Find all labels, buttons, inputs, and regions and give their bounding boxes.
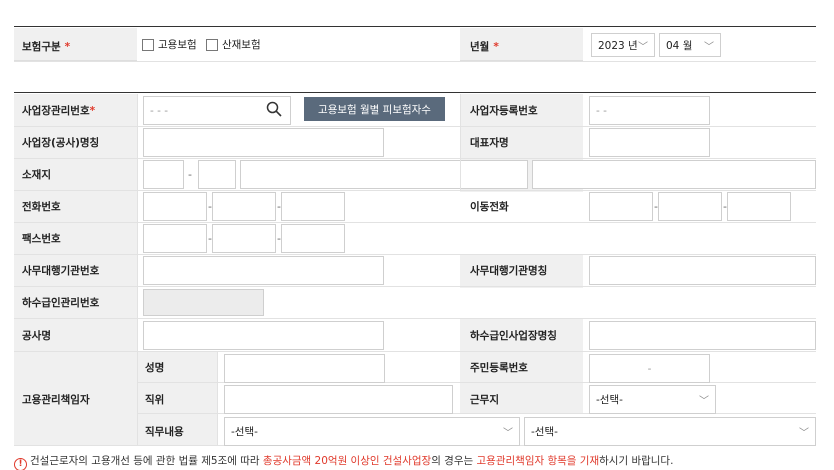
row-divider [14, 351, 816, 352]
agency-name-label: 사무대행기관명칭 [470, 265, 548, 277]
col-divider [137, 94, 138, 445]
address-separator: - [188, 168, 192, 181]
biz-mgmt-no-label: 사업장관리번호* [22, 105, 96, 117]
agency-no-label: 사무대행기관번호 [22, 265, 100, 277]
row-divider [14, 158, 816, 159]
industrial-checkbox[interactable]: 산재보험 [205, 39, 261, 51]
manager-label: 고용관리책임자 [22, 394, 90, 406]
agency-name-input[interactable] [589, 256, 816, 285]
row-divider [14, 126, 816, 127]
chevron-down-icon: ﹀ [638, 41, 648, 53]
search-icon[interactable] [266, 101, 282, 120]
manager-name-input[interactable] [224, 354, 385, 383]
year-month-label: 년월 * [470, 41, 499, 53]
fax-label: 팩스번호 [22, 233, 61, 245]
phone-label: 전화번호 [22, 201, 61, 213]
manager-position-input[interactable] [224, 385, 453, 414]
section-border [14, 92, 816, 93]
chevron-down-icon: ﹀ [704, 41, 714, 53]
fax-input-2[interactable] [212, 224, 276, 253]
top-border [14, 26, 816, 27]
representative-input[interactable] [589, 128, 710, 157]
insurance-type-options: 고용보험 산재보험 [142, 37, 261, 52]
warning-icon: ! [14, 458, 27, 470]
address-label: 소재지 [22, 169, 51, 181]
zipcode-input-2[interactable] [198, 160, 236, 189]
insurance-type-label: 보험구분 * [22, 41, 71, 53]
manager-duty-select-1[interactable]: -선택- ﹀ [224, 417, 520, 446]
year-select[interactable]: 2023 년 ﹀ [591, 33, 655, 57]
manager-workplace-select[interactable]: -선택- ﹀ [589, 385, 716, 414]
manager-rrn-label: 주민등록번호 [470, 362, 528, 374]
chevron-down-icon: ﹀ [799, 428, 809, 439]
agency-no-input[interactable] [143, 256, 384, 285]
subcontract-no-input [143, 289, 264, 316]
fax-input-1[interactable] [143, 224, 207, 253]
employment-checkbox[interactable]: 고용보험 [142, 39, 197, 51]
chevron-down-icon: ﹀ [699, 396, 709, 407]
representative-label: 대표자명 [470, 137, 509, 149]
mobile-input-3[interactable] [727, 192, 791, 221]
col-divider [460, 94, 461, 191]
mobile-input-2[interactable] [658, 192, 722, 221]
manager-duty-label: 직무내용 [145, 426, 184, 438]
subcontract-no-label: 하수급인관리번호 [22, 297, 100, 309]
subcontract-name-input[interactable] [589, 321, 816, 350]
monthly-insured-count-button[interactable]: 고용보험 월별 피보험자수 [304, 97, 445, 121]
fax-input-3[interactable] [281, 224, 345, 253]
col-divider [217, 352, 218, 445]
manager-position-label: 직위 [145, 394, 165, 406]
mobile-input-1[interactable] [589, 192, 653, 221]
manager-rrn-input[interactable]: - [589, 354, 710, 383]
row-divider [14, 222, 816, 223]
biz-reg-no-label: 사업자등록번호 [470, 105, 538, 117]
phone-input-1[interactable] [143, 192, 207, 221]
row-divider [14, 254, 816, 255]
subcontract-name-label: 하수급인사업장명칭 [470, 330, 557, 342]
row-divider [14, 61, 816, 62]
chevron-down-icon: ﹀ [503, 428, 513, 439]
address-input[interactable] [240, 160, 528, 189]
biz-name-label: 사업장(공사)명칭 [22, 137, 100, 149]
row-divider [14, 318, 816, 319]
month-select[interactable]: 04 월 ﹀ [659, 33, 721, 57]
notice-text: ! 건설근로자의 고용개선 등에 관한 법률 제5조에 따라 총공사금액 20억원… [14, 453, 673, 470]
manager-duty-select-2[interactable]: -선택- ﹀ [524, 417, 816, 446]
address-detail-input[interactable] [532, 160, 816, 189]
mobile-label: 이동전화 [470, 201, 509, 213]
zipcode-input-1[interactable] [143, 160, 184, 189]
phone-input-2[interactable] [212, 192, 276, 221]
biz-name-input[interactable] [143, 128, 384, 157]
manager-name-label: 성명 [145, 362, 165, 374]
project-name-label: 공사명 [22, 330, 51, 342]
phone-input-3[interactable] [281, 192, 345, 221]
row-divider [14, 190, 816, 191]
project-name-input[interactable] [143, 321, 384, 350]
biz-reg-no-input[interactable]: - - [589, 96, 710, 125]
row-divider [14, 286, 816, 287]
manager-workplace-label: 근무지 [470, 394, 499, 406]
